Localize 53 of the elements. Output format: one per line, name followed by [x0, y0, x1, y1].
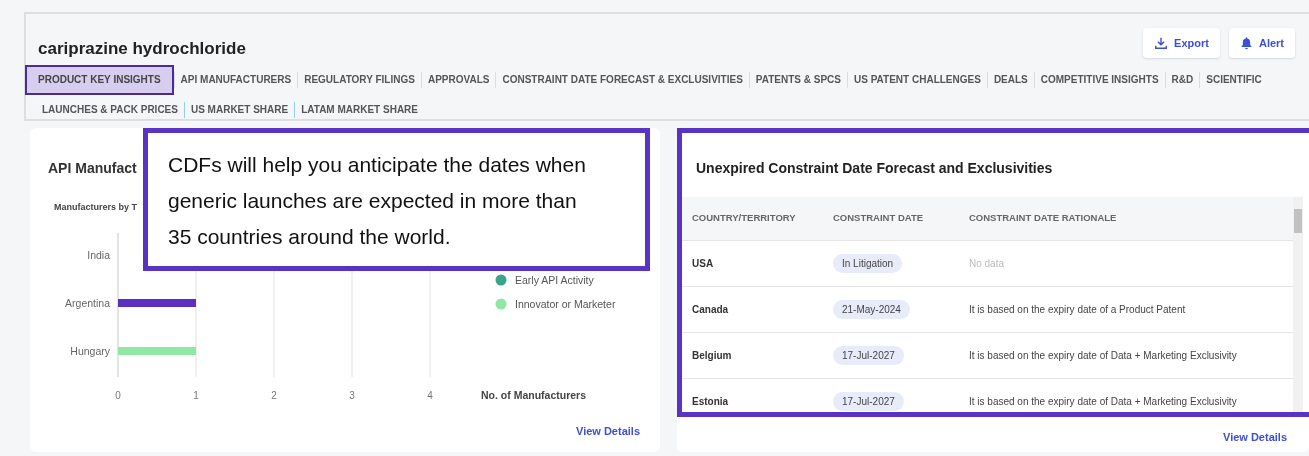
date-badge: 21-May-2024 — [833, 300, 910, 319]
nav-tab[interactable]: PATENTS & SPCS — [749, 64, 847, 95]
view-details-link[interactable]: View Details — [576, 422, 640, 439]
date-badge: 17-Jul-2027 — [833, 346, 904, 365]
nav-tab[interactable]: LAUNCHES & PACK PRICES — [36, 94, 184, 125]
page-title: cariprazine hydrochloride — [38, 38, 246, 60]
nav-tab[interactable]: COMPETITIVE INSIGHTS — [1034, 64, 1165, 95]
chart-subtitle: Manufacturers by T — [54, 201, 138, 214]
date-badge: 17-Jul-2027 — [833, 392, 904, 411]
legend-label: Innovator or Marketer — [515, 297, 616, 310]
callout-text: CDFs will help you anticipate the dates when generic launches are expected in more than 35 countries around the world. — [168, 152, 587, 250]
country-cell-text: Canada — [691, 303, 730, 317]
date-badge: In Litigation — [833, 254, 903, 273]
rationale-cell-text: It is based on the expiry date of Data + Marketing Exclusivity — [969, 349, 1238, 363]
category-label: Hungary — [70, 344, 110, 357]
rationale-cell-text: It is based on the expiry date of a Product Patent — [969, 303, 1187, 317]
export-button[interactable]: Export — [1143, 28, 1220, 58]
legend-label: Early API Activity — [515, 273, 594, 286]
alert-button[interactable]: Alert — [1228, 28, 1295, 58]
nav-tab[interactable]: R&D — [1165, 64, 1200, 95]
country-cell-text: Belgium — [691, 349, 733, 363]
card-title: API Manufact — [48, 159, 137, 178]
bell-icon — [1239, 36, 1253, 50]
legend-dot — [495, 298, 507, 309]
column-header: CONSTRAINT DATE RATIONALE — [969, 211, 1118, 226]
axis-tick-label: 1 — [193, 389, 199, 401]
nav-tab[interactable]: API MANUFACTURERS — [174, 64, 298, 95]
axis-tick-label: 3 — [349, 389, 355, 401]
axis-tick-label: 2 — [271, 389, 277, 401]
column-header: CONSTRAINT DATE — [833, 211, 925, 226]
rationale-cell-text: No data — [969, 257, 1006, 271]
nav-tab[interactable]: APPROVALS — [421, 64, 496, 95]
nav-tab[interactable]: CONSTRAINT DATE FORECAST & EXCLUSIVITIES — [496, 64, 749, 95]
nav-tab[interactable]: REGULATORY FILINGS — [298, 64, 421, 95]
card-title: Unexpired Constraint Date Forecast and Exclusivities — [696, 159, 1053, 178]
legend-dot — [495, 274, 507, 285]
axis-tick-label: 0 — [115, 389, 121, 401]
country-cell-text: Estonia — [691, 395, 730, 409]
view-details-link[interactable]: View Details — [1223, 429, 1287, 446]
nav-tab[interactable]: LATAM MARKET SHARE — [295, 94, 424, 125]
nav-tab[interactable]: US PATENT CHALLENGES — [848, 64, 987, 95]
nav-tab[interactable]: US MARKET SHARE — [184, 94, 295, 125]
nav-tab[interactable]: DEALS — [987, 64, 1034, 95]
category-label: India — [87, 248, 110, 261]
column-header: COUNTRY/TERRITORY — [691, 211, 797, 226]
axis-tick-label: 4 — [427, 389, 433, 401]
download-icon — [1154, 36, 1169, 50]
rationale-cell-text: It is based on the expiry date of Data + Marketing Exclusivity — [969, 395, 1238, 409]
category-label: Argentina — [65, 296, 110, 309]
x-axis-title: No. of Manufacturers — [481, 388, 586, 401]
nav-tab[interactable]: SCIENTIFIC — [1200, 64, 1268, 95]
country-cell-text: USA — [691, 257, 715, 271]
nav-tab[interactable]: PRODUCT KEY INSIGHTS — [25, 64, 174, 95]
